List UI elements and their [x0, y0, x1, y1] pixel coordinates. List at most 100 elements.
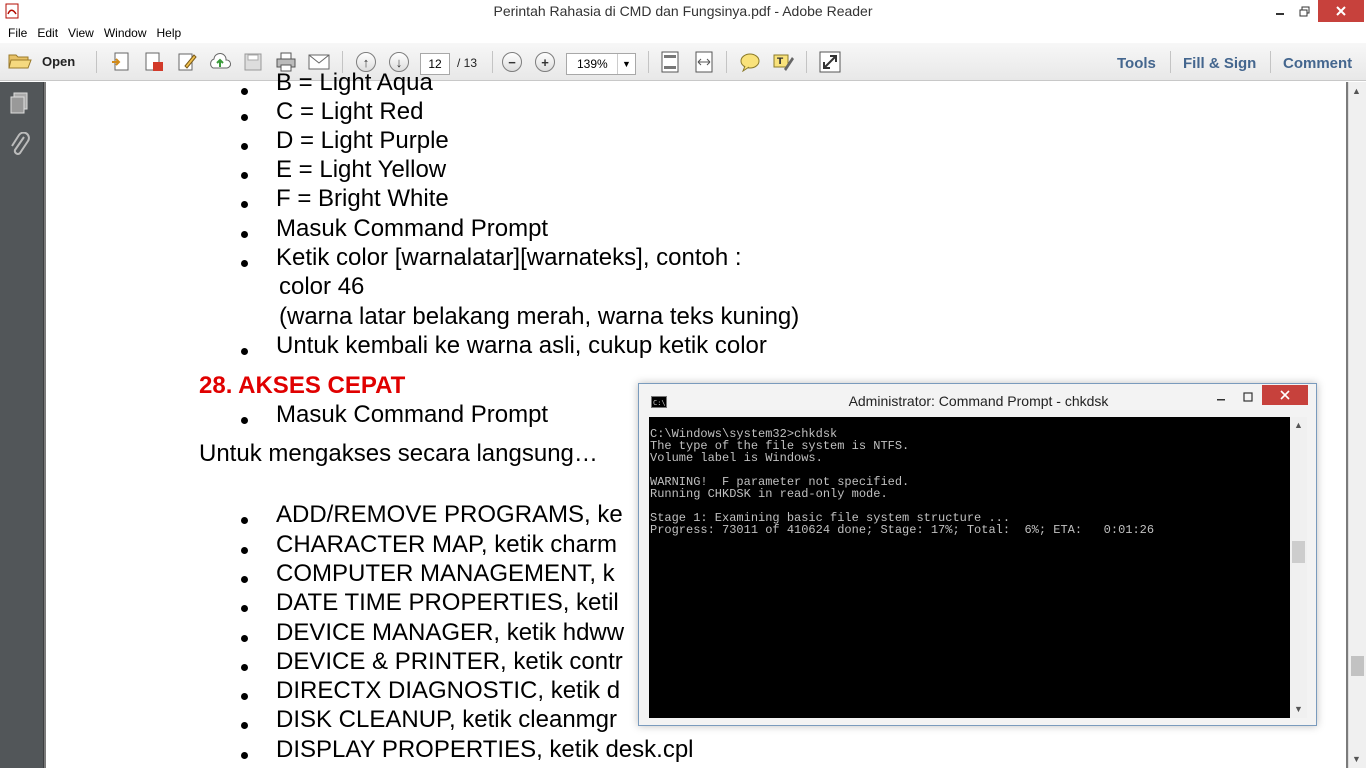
close-icon [1336, 6, 1346, 16]
cmd-close-button[interactable] [1262, 385, 1308, 405]
doc-line: Masuk Command Prompt [276, 215, 549, 242]
plus-icon: + [535, 52, 555, 72]
list-item: COMPUTER MANAGEMENT, k [276, 560, 615, 587]
window-title: Perintah Rahasia di CMD dan Fungsinya.pd… [493, 3, 873, 19]
zoom-value: 139% [577, 57, 608, 71]
edit-pdf-button[interactable] [174, 50, 200, 74]
toolbar-separator [1170, 51, 1171, 73]
minus-icon: − [502, 52, 522, 72]
vertical-scrollbar[interactable]: ▲ ▼ [1348, 82, 1366, 768]
doc-line: Masuk Command Prompt [276, 401, 549, 428]
toolbar-separator [806, 51, 807, 73]
bullet [241, 201, 248, 208]
chevron-down-icon: ▼ [617, 54, 635, 74]
cmd-minimize-button[interactable] [1211, 388, 1231, 406]
tools-tab[interactable]: Tools [1117, 55, 1156, 72]
export-pdf-button[interactable] [141, 50, 167, 74]
cmd-output-line: Running CHKDSK in read-only mode. [650, 487, 888, 501]
cmd-vertical-scrollbar[interactable]: ▲ ▼ [1290, 417, 1307, 718]
bullet [241, 664, 248, 671]
full-screen-button[interactable] [817, 50, 843, 74]
cmd-console[interactable]: C:\Windows\system32>chkdsk The type of t… [649, 417, 1290, 718]
bullet [241, 635, 248, 642]
cmd-scrollbar-thumb[interactable] [1292, 541, 1305, 563]
close-icon [1280, 390, 1290, 400]
minimize-button[interactable] [1270, 0, 1290, 22]
menu-window[interactable]: Window [104, 26, 147, 40]
fill-sign-tab[interactable]: Fill & Sign [1183, 55, 1256, 72]
minimize-icon [1276, 13, 1284, 15]
create-pdf-button[interactable] [108, 50, 134, 74]
bullet [241, 576, 248, 583]
section-heading: 28. AKSES CEPAT [199, 372, 406, 399]
doc-line: (warna latar belakang merah, warna teks … [279, 303, 800, 330]
title-bar: Perintah Rahasia di CMD dan Fungsinya.pd… [0, 0, 1366, 22]
scroll-up-icon[interactable]: ▲ [1352, 86, 1361, 96]
export-pdf-icon [145, 52, 163, 71]
doc-line: D = Light Purple [276, 127, 449, 154]
cmd-output: C:\Windows\system32>chkdsk The type of t… [649, 417, 1290, 536]
scroll-up-icon[interactable]: ▲ [1294, 420, 1303, 430]
sticky-note-button[interactable] [737, 50, 763, 74]
page-thumbnails-button[interactable] [8, 91, 32, 120]
toolbar-separator [96, 51, 97, 73]
attachments-button[interactable] [8, 131, 32, 163]
menu-file[interactable]: File [8, 26, 27, 40]
fit-page-button[interactable] [657, 50, 683, 74]
bullet [241, 547, 248, 554]
open-button[interactable]: Open [8, 51, 75, 71]
bullet [241, 114, 248, 121]
menu-bar: File Edit View Window Help [0, 22, 1366, 43]
expand-icon [819, 51, 841, 73]
minimize-icon [1217, 399, 1225, 401]
list-item: DISPLAY PROPERTIES, ketik desk.cpl [276, 736, 694, 763]
zoom-select[interactable]: 139% ▼ [566, 53, 636, 75]
create-pdf-icon [112, 52, 129, 71]
list-item: ADD/REMOVE PROGRAMS, ke [276, 501, 623, 528]
bullet [241, 517, 248, 524]
toolbar: Open ↑ ↓ 12 / 13 − + 139% ▼ T Tools Fill… [0, 43, 1366, 81]
scrollbar-thumb[interactable] [1351, 656, 1364, 676]
doc-line: B = Light Aqua [276, 69, 433, 96]
fit-width-button[interactable] [691, 50, 717, 74]
list-item: CHARACTER MAP, ketik charm [276, 531, 617, 558]
cmd-output-line: Volume label is Windows. [650, 451, 823, 465]
command-prompt-window[interactable]: C:\ Administrator: Command Prompt - chkd… [638, 383, 1317, 726]
menu-edit[interactable]: Edit [37, 26, 58, 40]
pages-icon [10, 92, 28, 114]
fit-page-icon [661, 51, 679, 73]
highlighter-icon: T [773, 54, 794, 71]
save-button[interactable] [240, 50, 266, 74]
fit-width-icon [695, 51, 713, 73]
comment-tab[interactable]: Comment [1283, 55, 1352, 72]
menu-view[interactable]: View [68, 26, 94, 40]
scroll-down-icon[interactable]: ▼ [1294, 704, 1303, 714]
list-item: DEVICE & PRINTER, ketik contr [276, 648, 623, 675]
zoom-in-button[interactable]: + [532, 50, 558, 74]
list-item: DEVICE MANAGER, ketik hdww [276, 619, 625, 646]
doc-line: Ketik color [warnalatar][warnateks], con… [276, 244, 742, 271]
menu-help[interactable]: Help [157, 26, 182, 40]
cmd-maximize-button[interactable] [1238, 388, 1258, 406]
restore-button[interactable] [1294, 0, 1314, 22]
highlight-button[interactable]: T [770, 50, 796, 74]
doc-line: color 46 [279, 273, 365, 300]
edit-pdf-icon [178, 53, 197, 71]
toolbar-separator [648, 51, 649, 73]
doc-line: F = Bright White [276, 185, 449, 212]
zoom-out-button[interactable]: − [499, 50, 525, 74]
close-button[interactable] [1318, 0, 1364, 22]
paperclip-icon [11, 131, 30, 155]
toolbar-separator [492, 51, 493, 73]
upload-button[interactable] [207, 50, 233, 74]
scroll-down-icon[interactable]: ▼ [1352, 754, 1361, 764]
svg-text:T: T [777, 57, 784, 67]
comment-bubble-icon [740, 53, 760, 72]
navigation-pane [0, 82, 44, 768]
doc-line: Untuk kembali ke warna asli, cukup ketik… [276, 332, 767, 359]
bullet [241, 752, 248, 759]
maximize-icon [1243, 392, 1253, 402]
toolbar-separator [1270, 51, 1271, 73]
bullet [241, 722, 248, 729]
bullet [241, 605, 248, 612]
